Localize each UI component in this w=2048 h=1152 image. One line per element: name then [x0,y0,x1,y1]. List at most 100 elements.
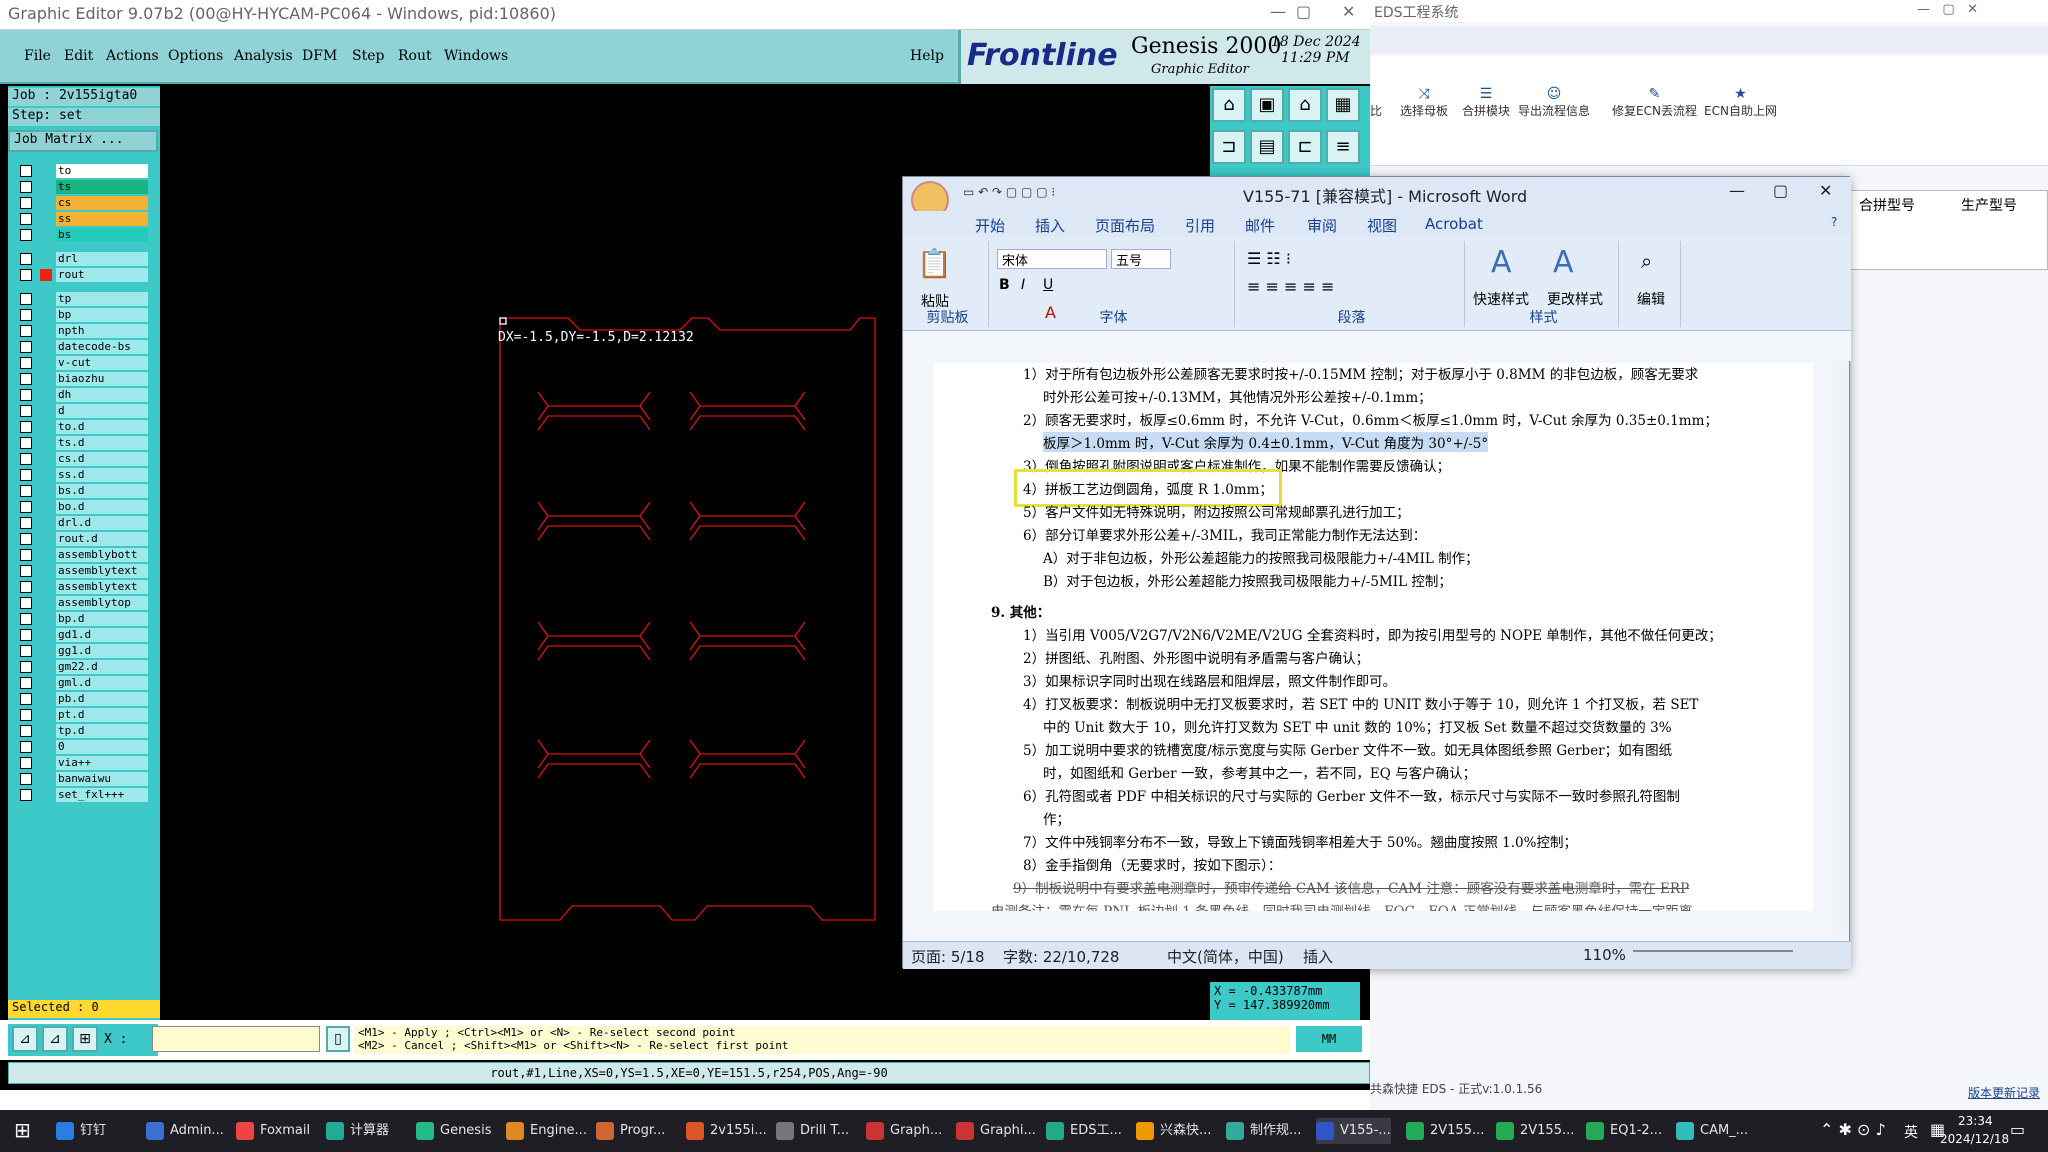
tool-icon[interactable]: ▦ [1326,88,1360,122]
taskbar-item[interactable]: CAM_... [1676,1118,1748,1144]
doc-line[interactable]: 2）拼图纸、孔附图、外形图中说明有矛盾需与客户确认； [1023,647,1369,667]
tab-review[interactable]: 审阅 [1307,215,1337,236]
layer-checkbox[interactable] [20,677,32,689]
units-button[interactable]: MM [1296,1026,1362,1052]
eds-ribbon-item[interactable]: ✎ 修复ECN丢流程 [1612,86,1697,119]
menu-help[interactable]: Help [910,48,944,64]
clock-date[interactable]: 2024/12/18 [1940,1132,2009,1146]
eds-grid[interactable]: 合拼型号 生产型号 [1850,190,2048,270]
paste-icon[interactable]: 📋 [917,247,952,280]
doc-line[interactable]: 时，如图纸和 Gerber 一致，参考其中之一，若不同，EQ 与客户确认； [1043,762,1476,782]
menu-windows[interactable]: Windows [444,48,508,64]
menu-rout[interactable]: Rout [398,48,432,64]
layer-row[interactable]: ss [20,212,148,226]
tab-mailings[interactable]: 邮件 [1245,215,1275,236]
taskbar-item[interactable]: 钉钉 [56,1118,106,1144]
menu-analysis[interactable]: Analysis [234,48,293,64]
doc-line[interactable]: 3）倒角按照孔附图说明或客户标准制作，如果不能制作需要反馈确认； [1023,455,1450,475]
layer-checkbox[interactable] [20,165,32,177]
tab-home[interactable]: 开始 [975,215,1005,236]
layer-checkbox[interactable] [20,773,32,785]
doc-line[interactable]: 中的 Unit 数大于 10，则允许打叉数为 SET 中 unit 数的 10%… [1043,716,1672,736]
tab-acrobat[interactable]: Acrobat [1425,215,1483,233]
doc-line[interactable]: 6）部分订单要求外形公差+/-3MIL，我司正常能力制作无法达到： [1023,524,1426,544]
insert-mode[interactable]: 插入 [1303,946,1333,967]
tool-icon[interactable]: ≡ [1326,130,1360,164]
eds-window-controls[interactable]: — ▢ ✕ [1917,2,1978,17]
layer-checkbox[interactable] [20,437,32,449]
layer-row[interactable]: to [20,164,148,178]
taskbar-item[interactable]: Foxmail [236,1118,310,1144]
layer-checkbox[interactable] [20,309,32,321]
doc-line[interactable]: 9）制板说明中有要求盖电测章时，预审传递给 CAM 该信息，CAM 注意：顾客没… [1013,877,1689,897]
layer-row[interactable]: npth [20,324,148,338]
taskbar-item[interactable]: 计算器 [326,1118,389,1144]
doc-line[interactable]: 1）当引用 V005/V2G7/V2N6/V2ME/V2UG 全套资料时，即为按… [1023,624,1722,644]
ime-indicator[interactable]: 英 [1904,1122,1918,1142]
layer-checkbox[interactable] [20,229,32,241]
layer-checkbox[interactable] [20,389,32,401]
word-minimize[interactable]: — [1729,181,1745,200]
menu-edit[interactable]: Edit [64,48,93,64]
taskbar-item[interactable]: Progr... [596,1118,665,1144]
layer-list[interactable]: to ts cs ss bs drl rout tp bp npth datecode-bs v-cu… [12,164,152,804]
layer-row[interactable]: assemblybott [20,548,148,562]
layer-row[interactable]: assemblytext [20,564,148,578]
layer-row[interactable]: datecode-bs [20,340,148,354]
close-button[interactable]: ✕ [1342,2,1355,21]
taskbar-item[interactable]: 2V155... [1496,1118,1574,1144]
layer-checkbox[interactable] [20,517,32,529]
doc-line[interactable]: 3）如果标识字同时出现在线路层和阻焊层，照文件制作即可。 [1023,670,1396,690]
help-icon[interactable]: ? [1831,215,1837,229]
layer-checkbox[interactable] [20,757,32,769]
language[interactable]: 中文(简体，中国) [1167,946,1284,967]
layer-row[interactable]: gd1.d [20,628,148,642]
taskbar-item[interactable]: 制作规... [1226,1118,1301,1144]
layer-checkbox[interactable] [20,453,32,465]
layer-checkbox[interactable] [20,709,32,721]
layer-checkbox[interactable] [20,469,32,481]
layer-checkbox[interactable] [20,741,32,753]
layer-checkbox[interactable] [20,197,32,209]
layer-row[interactable]: pb.d [20,692,148,706]
taskbar-item[interactable]: 2V155... [1406,1118,1484,1144]
layer-row[interactable]: 0 [20,740,148,754]
tool-icon[interactable]: ▤ [1250,130,1284,164]
menu-actions[interactable]: Actions [106,48,159,64]
doc-line[interactable]: 8）金手指倒角（无要求时，按如下图示）： [1023,854,1281,874]
doc-line[interactable]: 电测备注：需在每 PNL 板边划 1 条黑色线，同时我司电测划线、FQC、FQA… [991,900,1706,911]
taskbar-item[interactable]: Graphi... [956,1118,1036,1144]
document-page[interactable]: 1）对于所有包边板外形公差顾客无要求时按+/-0.15MM 控制；对于板厚小于 … [933,363,1813,911]
layer-row[interactable]: rout.d [20,532,148,546]
find-icon[interactable]: ⌕ [1641,249,1652,273]
layer-checkbox[interactable] [20,661,32,673]
layer-checkbox[interactable] [20,629,32,641]
menu-step[interactable]: Step [352,48,384,64]
menu-options[interactable]: Options [168,48,223,64]
eds-footer-right[interactable]: 版本更新记录 [1968,1084,2040,1101]
taskbar-item[interactable]: 兴森快... [1136,1118,1211,1144]
tab-view[interactable]: 视图 [1367,215,1397,236]
zoom-slider[interactable] [1633,950,1793,958]
doc-line[interactable]: 2）顾客无要求时，板厚≤0.6mm 时，不允许 V-Cut，0.6mm＜板厚≤1… [1023,409,1718,429]
layer-checkbox[interactable] [20,181,32,193]
quick-style-icon[interactable]: A [1491,245,1512,280]
layer-checkbox[interactable] [20,485,32,497]
doc-line[interactable]: 7）文件中残铜率分布不一致，导致上下镜面残铜率相差大于 50%。翘曲度按照 1.… [1023,831,1577,851]
layer-row[interactable]: gm22.d [20,660,148,674]
layer-checkbox[interactable] [20,725,32,737]
layer-row[interactable]: bs.d [20,484,148,498]
doc-line[interactable]: 4）拼板工艺边倒圆角，弧度 R 1.0mm； [1014,469,1282,507]
layer-row[interactable]: cs.d [20,452,148,466]
layer-checkbox[interactable] [20,293,32,305]
tab-references[interactable]: 引用 [1185,215,1215,236]
layer-checkbox[interactable] [20,581,32,593]
doc-line[interactable]: 1）对于所有包边板外形公差顾客无要求时按+/-0.15MM 控制；对于板厚小于 … [1023,363,1698,383]
snap-icon[interactable]: ⊿ [42,1026,68,1052]
taskbar-item[interactable]: Genesis [416,1118,491,1144]
layer-checkbox[interactable] [20,533,32,545]
eds-ribbon-item[interactable]: ☺ 导出流程信息 [1518,86,1590,119]
menu-dfm[interactable]: DFM [302,48,337,64]
taskbar-item[interactable]: EDS工... [1046,1118,1122,1144]
eds-ribbon-item[interactable]: ★ ECN自助上网 [1704,86,1777,119]
